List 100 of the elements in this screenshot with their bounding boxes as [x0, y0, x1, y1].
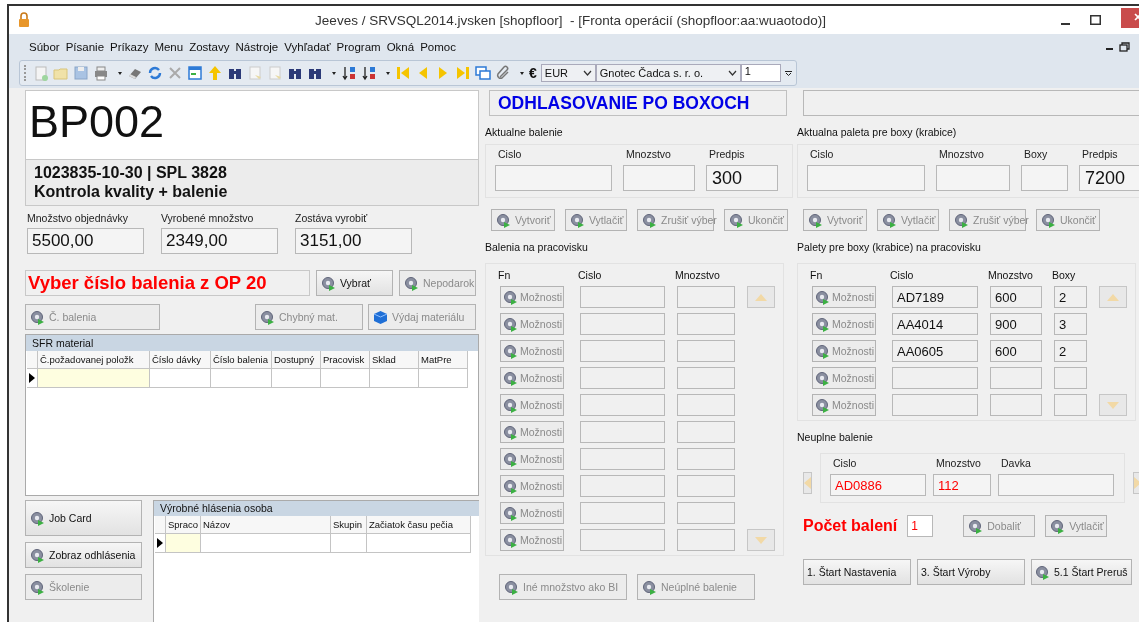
text-field[interactable]: [1054, 367, 1087, 389]
window-icon[interactable]: [187, 65, 203, 81]
table-cell[interactable]: [321, 369, 370, 388]
scroll-down-button[interactable]: [747, 529, 775, 551]
text-field[interactable]: [803, 90, 1139, 116]
gear-icon: [954, 212, 969, 228]
text-field[interactable]: [677, 502, 735, 524]
text-field[interactable]: 300: [706, 165, 778, 191]
text-field[interactable]: [580, 286, 665, 308]
sort-icon[interactable]: [341, 65, 357, 81]
action-button[interactable]: Zobraz odhlásenia: [25, 542, 142, 568]
paperclip-icon[interactable]: [495, 65, 511, 81]
action-button[interactable]: 3. Štart Výroby: [917, 559, 1025, 585]
column-header[interactable]: Názov: [201, 516, 331, 534]
text-field[interactable]: [892, 394, 978, 416]
text-field[interactable]: 2349,00: [161, 228, 278, 254]
action-button[interactable]: Job Card: [25, 500, 142, 536]
refresh-icon[interactable]: [147, 65, 163, 81]
text-field[interactable]: [677, 340, 735, 362]
text-field[interactable]: [1021, 165, 1068, 191]
currency-button[interactable]: €: [529, 65, 537, 81]
text-field[interactable]: 7200: [1079, 165, 1139, 191]
dropdown[interactable]: EUR: [540, 64, 596, 82]
dropdown[interactable]: Gnotec Čadca s. r. o.: [595, 64, 741, 82]
text-field[interactable]: [580, 475, 665, 497]
column-header[interactable]: MatPre: [419, 351, 468, 369]
text-field[interactable]: 1: [907, 515, 934, 537]
text-field[interactable]: [580, 448, 665, 470]
menu-item[interactable]: Okná: [386, 41, 415, 53]
column-header[interactable]: Sklad: [370, 351, 419, 369]
menu-item[interactable]: Písanie: [65, 41, 105, 53]
action-button[interactable]: 5.1 Štart Preruš: [1031, 559, 1132, 585]
text-field[interactable]: [580, 367, 665, 389]
text-field[interactable]: [677, 367, 735, 389]
text-field[interactable]: [580, 394, 665, 416]
text-field[interactable]: 3151,00: [295, 228, 412, 254]
table-cell[interactable]: [331, 534, 367, 553]
table-cell[interactable]: [272, 369, 321, 388]
column-header[interactable]: Začiatok času pečia: [367, 516, 471, 534]
new-document-icon[interactable]: [33, 65, 49, 81]
text-field[interactable]: [892, 367, 978, 389]
text-field[interactable]: [623, 165, 695, 191]
action-button[interactable]: Vybrať: [316, 270, 393, 296]
text-field[interactable]: [495, 165, 612, 191]
scroll-left-button[interactable]: [803, 472, 812, 494]
table-cell[interactable]: [419, 369, 468, 388]
action-button[interactable]: 1. Štart Nastavenia: [803, 559, 911, 585]
scroll-down-button[interactable]: [1099, 394, 1127, 416]
menu-item[interactable]: Príkazy: [110, 41, 149, 53]
table-cell[interactable]: [38, 369, 150, 388]
menu-item[interactable]: Nástroje: [235, 41, 279, 53]
text-field[interactable]: [580, 529, 665, 551]
sort-icon[interactable]: [361, 65, 377, 81]
text-field[interactable]: [580, 340, 665, 362]
text-field[interactable]: AD0886: [830, 474, 926, 496]
column-header[interactable]: Skupin: [331, 516, 367, 534]
menu-item[interactable]: Zostavy: [189, 41, 230, 53]
menu-item[interactable]: Pomoc: [420, 41, 456, 53]
column-header[interactable]: Číslo balenia: [211, 351, 272, 369]
table-cell[interactable]: [367, 534, 471, 553]
text-field[interactable]: 112: [933, 474, 991, 496]
save-icon[interactable]: [73, 65, 89, 81]
column-header[interactable]: Číslo dávky: [150, 351, 211, 369]
text-field[interactable]: [998, 474, 1114, 496]
text-field[interactable]: [990, 367, 1042, 389]
column-header[interactable]: Č.požadovanej položk: [38, 351, 150, 369]
text-field[interactable]: [936, 165, 1010, 191]
delete-icon[interactable]: [167, 65, 183, 81]
menu-item[interactable]: Program: [336, 41, 381, 53]
text-field[interactable]: [677, 475, 735, 497]
scroll-up-button[interactable]: [747, 286, 775, 308]
text-field[interactable]: [807, 165, 925, 191]
scroll-up-button[interactable]: [1099, 286, 1127, 308]
windows-icon[interactable]: [475, 65, 491, 81]
table-cell[interactable]: [370, 369, 419, 388]
text-field[interactable]: 5500,00: [27, 228, 144, 254]
column-header[interactable]: Dostupný: [272, 351, 321, 369]
table-cell[interactable]: [211, 369, 272, 388]
table-cell[interactable]: [201, 534, 331, 553]
text-field[interactable]: [1054, 394, 1087, 416]
text-field[interactable]: [677, 448, 735, 470]
menu-item[interactable]: Súbor: [29, 41, 60, 53]
text-field[interactable]: [677, 529, 735, 551]
gear-icon: [1050, 518, 1066, 534]
folder-icon[interactable]: [53, 65, 69, 81]
text-field[interactable]: [580, 502, 665, 524]
text-field[interactable]: [580, 421, 665, 443]
menu-item[interactable]: Menu: [154, 41, 184, 53]
table-cell[interactable]: [166, 534, 201, 553]
text-field[interactable]: [677, 286, 735, 308]
number-field[interactable]: 1: [740, 64, 781, 82]
column-header[interactable]: Spraco: [166, 516, 201, 534]
text-field[interactable]: [677, 394, 735, 416]
text-field[interactable]: [580, 313, 665, 335]
table-cell[interactable]: [150, 369, 211, 388]
text-field[interactable]: [677, 421, 735, 443]
text-field[interactable]: [990, 394, 1042, 416]
text-field[interactable]: [677, 313, 735, 335]
menu-item[interactable]: Vyhľadať: [284, 41, 331, 53]
column-header[interactable]: Pracovisk: [321, 351, 370, 369]
